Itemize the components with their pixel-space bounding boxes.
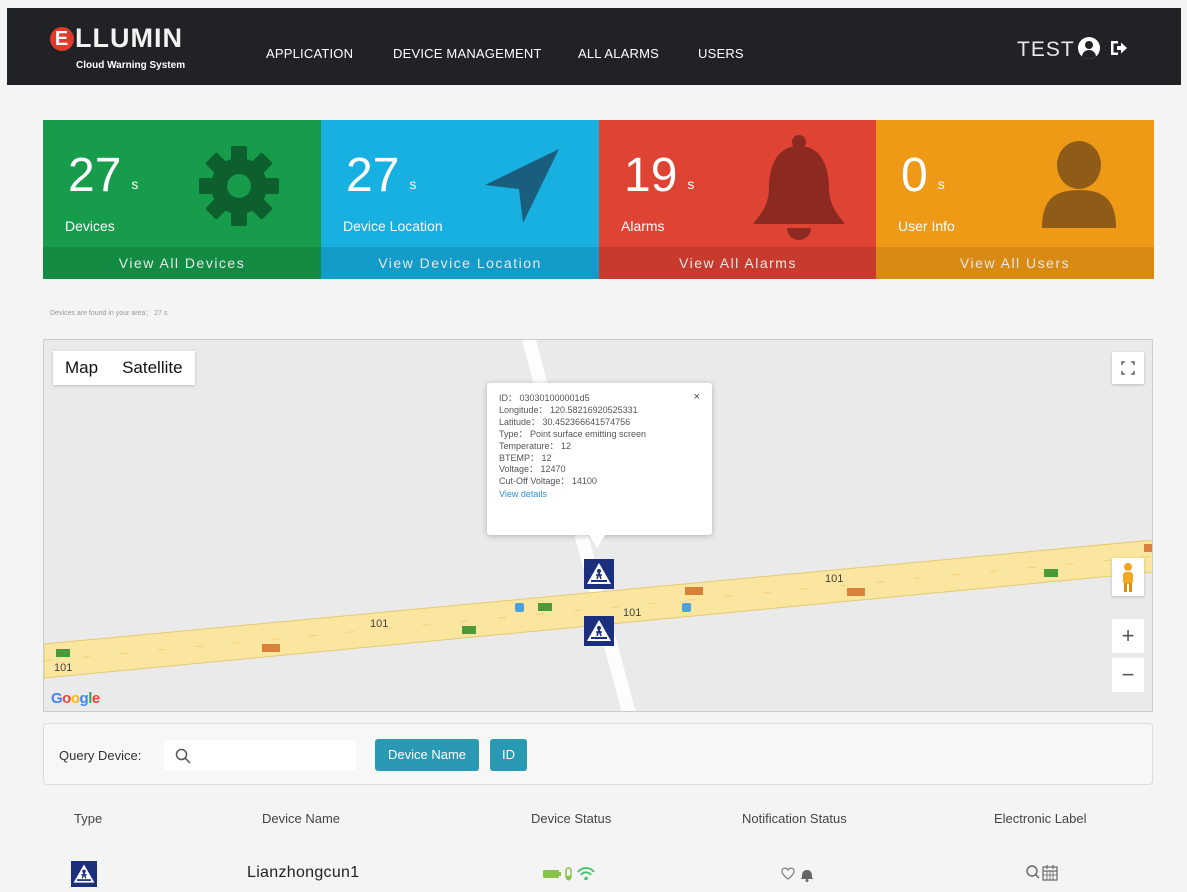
popup-longitude: Longitude： 120.58216920525331 [499, 404, 638, 415]
popup-temperature: Temperature： 12 [499, 440, 572, 451]
users-count: 0s [901, 148, 945, 212]
brand-initial: E [50, 27, 74, 51]
fullscreen-button[interactable] [1112, 352, 1144, 384]
bell-icon [800, 870, 814, 879]
device-name-cell[interactable]: Lianzhongcun1 [247, 864, 359, 882]
alarms-count-unit: s [687, 176, 695, 192]
query-input-wrapper [164, 740, 356, 770]
battery-icon [543, 870, 559, 878]
pedestrian-crossing-icon [587, 563, 611, 584]
popup-type: Type： Point surface emitting screen [499, 428, 647, 439]
users-count-value: 0 [901, 149, 928, 202]
nav-application[interactable]: APPLICATION [266, 46, 353, 61]
column-header-notification-status[interactable]: Notification Status [742, 811, 847, 826]
device-marker[interactable] [584, 616, 614, 646]
view-details-link[interactable]: View details [499, 488, 712, 500]
alarms-count-value: 19 [624, 149, 678, 202]
pegman-icon [1123, 563, 1133, 592]
device-type-icon [71, 861, 97, 887]
devices-in-area-note: Devices are found in your area： 27 s [50, 310, 168, 317]
alarms-label: Alarms [621, 218, 665, 234]
popup-voltage: Voltage： 12470 [499, 464, 566, 475]
map-type-control: Map Satellite [53, 351, 195, 385]
road-label: 101 [623, 607, 642, 619]
brand-subtitle: Cloud Warning System [76, 60, 186, 71]
search-by-name-button[interactable]: Device Name [375, 739, 479, 771]
popup-latitude: Latitude： 30.452366641574756 [499, 416, 631, 427]
bell-icon [753, 135, 845, 240]
column-header-electronic-label[interactable]: Electronic Label [994, 811, 1087, 826]
device-status-icons [543, 867, 595, 881]
wifi-icon [577, 867, 595, 873]
road-label: 101 [370, 618, 389, 630]
user-icon [1042, 141, 1116, 228]
search-by-id-button[interactable]: ID [490, 739, 527, 771]
device-location-card[interactable]: 27 s Device Location View Device Location [321, 120, 599, 279]
query-panel: Query Device: Device Name ID [43, 723, 1153, 785]
nav-all-alarms[interactable]: ALL ALARMS [578, 46, 659, 61]
google-logo-text: Google [51, 690, 100, 707]
brand-name: E LLUMIN [50, 22, 183, 54]
search-icon [175, 748, 191, 764]
device-map[interactable]: 101 101 101 101 Map Satellite ID： 030301… [43, 339, 1153, 712]
alarms-count: 19 s [624, 148, 694, 212]
alarms-card[interactable]: 19 s Alarms View All Alarms [599, 120, 877, 279]
device-info-popup: ID： 030301000001d5 Longitude： 120.582169… [487, 383, 712, 535]
view-all-devices-link[interactable]: View All Devices [43, 247, 321, 279]
zoom-in-button[interactable]: + [1112, 619, 1144, 653]
pedestrian-crossing-icon [587, 620, 611, 641]
pedestrian-crossing-icon [73, 864, 95, 883]
popup-btemp: BTEMP： 12 [499, 452, 552, 463]
street-view-pegman[interactable] [1112, 558, 1144, 596]
heart-icon [781, 867, 795, 880]
nav-device-management[interactable]: DEVICE MANAGEMENT [393, 46, 542, 61]
devices-count: 27 s [68, 148, 138, 212]
user-info-card[interactable]: 0s User Info View All Users [876, 120, 1154, 279]
popup-pointer [589, 535, 605, 548]
fullscreen-icon [1121, 361, 1135, 375]
view-all-alarms-link[interactable]: View All Alarms [599, 247, 877, 279]
column-header-device-status[interactable]: Device Status [531, 811, 611, 826]
location-count-unit: s [409, 176, 417, 192]
devices-label: Devices [65, 218, 115, 234]
current-user-name: TEST [1017, 38, 1075, 61]
devices-count-value: 27 [68, 149, 122, 202]
road-label: 101 [825, 573, 844, 585]
column-header-type[interactable]: Type [74, 811, 102, 826]
notification-status-icons [781, 867, 814, 882]
column-header-device-name[interactable]: Device Name [262, 811, 340, 826]
device-location-label: Device Location [343, 218, 443, 234]
location-arrow-icon [485, 149, 559, 223]
query-device-input[interactable] [194, 745, 344, 765]
map-type-satellite-button[interactable]: Satellite [110, 351, 194, 385]
query-label: Query Device: [59, 748, 142, 763]
view-device-location-link[interactable]: View Device Location [321, 247, 599, 279]
device-marker[interactable] [584, 559, 614, 589]
popup-id: ID： 030301000001d5 [499, 393, 590, 403]
user-info-label: User Info [898, 218, 955, 234]
top-navbar: E LLUMIN Cloud Warning System APPLICATION… [7, 8, 1181, 85]
devices-card[interactable]: 27 s Devices View All Devices [43, 120, 321, 279]
popup-cutoff-voltage: Cut-Off Voltage： 14100 [499, 476, 597, 487]
map-type-map-button[interactable]: Map [53, 351, 110, 385]
nav-users[interactable]: USERS [698, 46, 744, 61]
google-attribution: Google [51, 690, 100, 707]
brand-name-text: LLUMIN [75, 23, 183, 53]
zoom-out-button[interactable]: − [1112, 658, 1144, 692]
popup-close-button[interactable]: × [694, 391, 700, 403]
gear-icon [199, 146, 279, 226]
users-count-unit: s [937, 176, 945, 192]
user-circle-icon[interactable] [1078, 37, 1100, 59]
location-count: 27 s [346, 148, 416, 212]
electronic-label-icons[interactable] [1025, 864, 1059, 882]
location-count-value: 27 [346, 149, 400, 202]
view-all-users-link[interactable]: View All Users [876, 247, 1154, 279]
devices-count-unit: s [131, 176, 139, 192]
road-label: 101 [54, 662, 73, 674]
logout-icon[interactable] [1109, 38, 1129, 58]
brand-logo[interactable]: E LLUMIN Cloud Warning System [50, 22, 200, 76]
